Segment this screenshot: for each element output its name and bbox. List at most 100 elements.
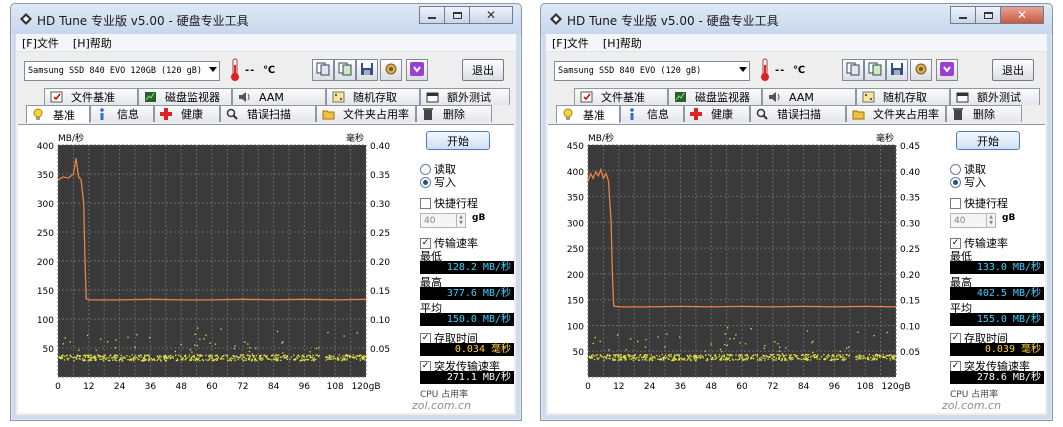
access-time-point	[658, 355, 661, 357]
download-button[interactable]	[406, 59, 428, 81]
access-time-point	[306, 355, 308, 357]
access-time-point	[726, 327, 729, 329]
menu-help[interactable]: [H]帮助	[603, 35, 642, 51]
tab-extra-tests[interactable]: 额外测试	[420, 88, 510, 105]
tab-random-access[interactable]: 随机存取	[326, 88, 420, 105]
short-stroke-input[interactable]: 40 ▲ ▼	[950, 213, 996, 228]
maximize-button[interactable]	[444, 6, 470, 24]
copy-screenshot-button[interactable]	[864, 59, 886, 81]
access-time-point	[110, 354, 112, 356]
tab-folder-usage[interactable]: 文件夹占用率	[316, 105, 416, 122]
access-time-point	[867, 356, 869, 358]
tab-erase[interactable]: 删除	[946, 105, 1022, 122]
short-stroke-input[interactable]: 40 ▲ ▼	[420, 213, 466, 228]
access-time-point	[234, 357, 236, 360]
benchmark-chart: MB/秒 毫秒 400 350 300 250 200 150 100 50 0.40 0.35 0.3…	[18, 125, 398, 415]
drive-select[interactable]: Samsung SSD 840 EVO (120 gB)	[554, 61, 750, 81]
access-time-point	[309, 351, 311, 353]
access-time-point	[847, 346, 850, 348]
y2-tick-label: 0.45	[900, 142, 920, 152]
tab-error-scan[interactable]: 错误扫描	[750, 105, 846, 122]
access-time-point	[234, 345, 236, 347]
options-button[interactable]	[910, 59, 932, 81]
tab-folder-usage[interactable]: 文件夹占用率	[846, 105, 946, 122]
exit-button[interactable]: 退出	[462, 59, 504, 81]
hdtune-logo-icon	[549, 12, 563, 26]
short-stroke-checkbox[interactable]: 快捷行程	[420, 195, 478, 211]
copy-text-button[interactable]	[842, 59, 864, 81]
menu-file[interactable]: [F]文件	[552, 35, 589, 51]
tab-aam[interactable]: AAM	[232, 88, 326, 105]
tab-disk-monitor[interactable]: 磁盘监视器	[668, 88, 762, 105]
access-time-point	[857, 331, 859, 333]
tab-error-scan[interactable]: 错误扫描	[220, 105, 316, 122]
copy-text-button[interactable]	[312, 59, 334, 81]
close-button[interactable]: ✕	[1000, 6, 1044, 24]
access-time-point	[61, 357, 63, 360]
access-time-point	[693, 354, 695, 357]
access-time-point	[120, 354, 122, 357]
write-radio[interactable]: 写入	[950, 174, 986, 190]
access-time-point	[645, 354, 648, 356]
access-time-point	[637, 359, 640, 361]
tab-file-benchmark[interactable]: 文件基准	[44, 88, 138, 105]
x-tick-label: 84	[798, 382, 810, 392]
options-button[interactable]	[380, 59, 402, 81]
access-time-point	[108, 359, 111, 362]
tab-file-benchmark[interactable]: 文件基准	[574, 88, 668, 105]
access-time-point	[789, 358, 791, 360]
access-time-point	[263, 354, 265, 356]
access-time-point	[260, 359, 262, 361]
start-button[interactable]: 开始	[426, 131, 490, 150]
menu-file[interactable]: [F]文件	[22, 35, 59, 51]
access-time-point	[359, 358, 361, 360]
tab-label: 错误扫描	[247, 108, 291, 121]
tab-health[interactable]: 健康	[154, 105, 220, 122]
access-time-point	[141, 360, 143, 362]
trash-icon	[951, 108, 965, 120]
spinner-arrows-icon[interactable]: ▲ ▼	[986, 214, 995, 227]
tab-random-access[interactable]: 随机存取	[856, 88, 950, 105]
exit-button[interactable]: 退出	[992, 59, 1034, 81]
title-bar[interactable]: HD Tune 专业版 v5.00 - 硬盘专业工具 ✕	[11, 4, 521, 34]
x-tick-label: 120gB	[881, 382, 910, 392]
save-button[interactable]	[356, 59, 378, 81]
drive-select[interactable]: Samsung SSD 840 EVO 120GB (120 gB)	[24, 61, 220, 81]
access-time-point	[775, 357, 777, 359]
short-stroke-checkbox[interactable]: 快捷行程	[950, 195, 1008, 211]
start-button[interactable]: 开始	[956, 131, 1020, 150]
close-icon: ✕	[1016, 8, 1028, 22]
tab-disk-monitor[interactable]: 磁盘监视器	[138, 88, 232, 105]
access-time-point	[873, 356, 875, 359]
access-time-point	[245, 357, 247, 360]
tab-aam[interactable]: AAM	[762, 88, 856, 105]
download-button[interactable]	[936, 59, 958, 81]
access-time-point	[721, 355, 723, 357]
menu-help[interactable]: [H]帮助	[73, 35, 112, 51]
title-bar[interactable]: HD Tune 专业版 v5.00 - 硬盘专业工具 ✕	[541, 4, 1052, 34]
tab-health[interactable]: 健康	[684, 105, 750, 122]
tab-benchmark[interactable]: 基准	[26, 105, 90, 123]
access-time-point	[133, 356, 136, 359]
copy-screenshot-button[interactable]	[334, 59, 356, 81]
save-button[interactable]	[886, 59, 908, 81]
access-time-point	[249, 347, 251, 349]
tab-info[interactable]: 信息	[620, 105, 684, 122]
write-radio[interactable]: 写入	[420, 174, 456, 190]
access-time-point	[858, 354, 860, 356]
access-time-point	[102, 358, 104, 360]
minimize-button[interactable]	[950, 6, 976, 24]
maximize-button[interactable]	[975, 6, 1001, 24]
minimize-button[interactable]	[419, 6, 445, 24]
tab-info[interactable]: 信息	[90, 105, 154, 122]
access-time-point	[138, 355, 140, 358]
access-time-point	[84, 356, 86, 359]
access-time-point	[364, 359, 366, 361]
tab-benchmark[interactable]: 基准	[556, 105, 620, 123]
tab-erase[interactable]: 删除	[416, 105, 492, 122]
spinner-arrows-icon[interactable]: ▲ ▼	[456, 214, 465, 227]
close-button[interactable]: ✕	[469, 6, 513, 24]
access-time-point	[164, 357, 166, 360]
tab-extra-tests[interactable]: 额外测试	[950, 88, 1040, 105]
y2-tick-label: 0.20	[900, 271, 920, 281]
